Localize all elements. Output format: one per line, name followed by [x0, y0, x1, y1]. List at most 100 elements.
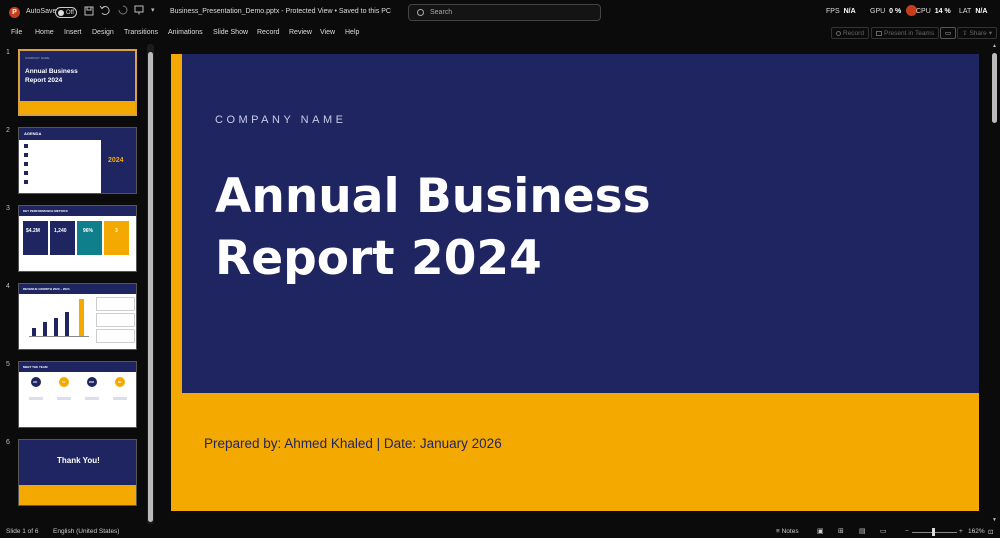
slide-title-line-2: Report 2024: [215, 231, 542, 286]
slide-number: 5: [6, 361, 10, 368]
metric-card: [104, 221, 129, 255]
tab-design[interactable]: Design: [92, 29, 114, 36]
team-tag: [113, 397, 127, 400]
team-tag: [57, 397, 71, 400]
tab-slide-show[interactable]: Slide Show: [213, 29, 248, 36]
agenda-bullet: [24, 144, 28, 148]
slide-number: 1: [6, 49, 10, 56]
tab-file[interactable]: File: [11, 29, 22, 36]
tab-review[interactable]: Review: [289, 29, 312, 36]
info-box: [96, 329, 135, 343]
fps-metric: FPS N/A: [826, 8, 856, 15]
chart-bar: [43, 322, 47, 336]
slide-thumbnail-1[interactable]: COMPANY NAME Annual Business Report 2024: [18, 49, 137, 116]
powerpoint-logo-icon: P: [9, 7, 20, 18]
team-tag: [85, 397, 99, 400]
scrollbar-thumb[interactable]: [148, 52, 153, 522]
lat-label: LAT: [959, 8, 972, 15]
slide-editor: COMPANY NAME Annual Business Report 2024…: [158, 41, 990, 526]
customize-toolbar-icon[interactable]: ▾: [151, 6, 155, 14]
slide-title[interactable]: Annual Business Report 2024: [215, 166, 815, 290]
zoom-slider-thumb[interactable]: [932, 528, 935, 536]
slide-title-panel: COMPANY NAME Annual Business Report 2024: [182, 54, 979, 393]
thumb-title: AGENDA: [24, 131, 42, 136]
status-bar: Slide 1 of 6 English (United States) ≡ N…: [0, 526, 1000, 538]
notes-button[interactable]: ≡ Notes: [776, 528, 799, 535]
tab-view[interactable]: View: [320, 29, 335, 36]
team-initials: RL: [118, 380, 122, 384]
thumb-title: REVENUE GROWTH 2020 – 2024: [23, 287, 70, 291]
lat-value: N/A: [975, 8, 988, 15]
redo-icon[interactable]: [118, 5, 128, 15]
thumbnail-scrollbar[interactable]: [147, 44, 154, 524]
tab-help[interactable]: Help: [345, 29, 359, 36]
slide-thumbnail-6[interactable]: Thank You!: [18, 439, 137, 506]
scroll-down-icon[interactable]: ▼: [992, 517, 997, 523]
team-initials: AK: [33, 380, 38, 384]
tab-home[interactable]: Home: [35, 29, 54, 36]
company-name[interactable]: COMPANY NAME: [215, 114, 346, 126]
zoom-out-icon[interactable]: −: [905, 528, 909, 535]
autosave-state: Off: [66, 9, 74, 16]
slide-thumbnail-3[interactable]: KEY PERFORMANCE METRICS $4.2M 1,240 96% …: [18, 205, 137, 272]
fps-value: N/A: [843, 8, 856, 15]
presentation-icon[interactable]: [134, 5, 144, 15]
team-initials: OM: [89, 380, 94, 384]
notes-label: Notes: [781, 528, 799, 535]
search-icon: [417, 9, 424, 16]
chart-bar: [65, 312, 69, 336]
comments-button[interactable]: ▭: [940, 27, 957, 39]
language-indicator[interactable]: English (United States): [53, 528, 119, 535]
share-button[interactable]: ⇪ Share ▾: [957, 27, 998, 39]
gpu-metric: GPU 0 %: [870, 8, 901, 15]
team-tag: [29, 397, 43, 400]
slide-thumbnail-2[interactable]: AGENDA 2024: [18, 127, 137, 194]
agenda-bullet: [24, 153, 28, 157]
slide-thumbnail-5[interactable]: MEET THE TEAM AK SL OM RL: [18, 361, 137, 428]
reading-view-icon[interactable]: ▤: [859, 527, 866, 535]
fit-to-window-icon[interactable]: ⊡: [988, 528, 993, 536]
slide-number: 4: [6, 283, 10, 290]
team-initials: SL: [62, 380, 66, 384]
chevron-down-icon: ▾: [988, 30, 993, 37]
info-box: [96, 297, 135, 311]
slide-number: 3: [6, 205, 10, 212]
slide-number: 6: [6, 439, 10, 446]
info-box: [96, 313, 135, 327]
tab-record[interactable]: Record: [257, 29, 280, 36]
slide-number: 2: [6, 127, 10, 134]
comment-icon: ▭: [945, 30, 952, 37]
present-in-teams-button[interactable]: Present in Teams: [871, 27, 940, 39]
slideshow-view-icon[interactable]: ▭: [880, 527, 887, 535]
scrollbar-thumb[interactable]: [992, 53, 997, 123]
slide-scrollbar[interactable]: ▲ ▼: [990, 41, 1000, 526]
chart-bar: [79, 299, 84, 336]
record-button[interactable]: Record: [831, 27, 869, 39]
undo-icon[interactable]: [99, 5, 111, 15]
save-icon[interactable]: [84, 6, 94, 16]
chart-axis: [29, 336, 89, 337]
thumb-footer: [20, 101, 135, 114]
tab-transitions[interactable]: Transitions: [124, 29, 158, 36]
scroll-up-icon[interactable]: ▲: [992, 43, 997, 49]
ribbon-tabs: File Home Insert Design Transitions Anim…: [0, 25, 1000, 41]
main-slide[interactable]: COMPANY NAME Annual Business Report 2024…: [171, 54, 979, 511]
agenda-bullet: [24, 171, 28, 175]
zoom-level[interactable]: 162%: [968, 528, 985, 535]
document-title: Business_Presentation_Demo.pptx - Protec…: [170, 8, 391, 15]
metric-value: 3: [115, 228, 118, 234]
normal-view-icon[interactable]: ▣: [817, 527, 824, 535]
autosave-toggle[interactable]: Off: [55, 7, 77, 18]
prepared-by-text[interactable]: Prepared by: Ahmed Khaled | Date: Januar…: [204, 436, 502, 451]
gpu-value: 0 %: [889, 8, 902, 15]
slide-thumbnail-4[interactable]: REVENUE GROWTH 2020 – 2024: [18, 283, 137, 350]
metric-card: [23, 221, 48, 255]
cpu-metric: CPU 14 %: [916, 8, 951, 15]
thumb-title: MEET THE TEAM: [23, 365, 48, 369]
slide-sorter-icon[interactable]: ⊞: [838, 527, 844, 535]
search-input[interactable]: Search: [408, 4, 601, 21]
record-button-label: Record: [843, 29, 864, 37]
zoom-in-icon[interactable]: +: [959, 528, 963, 535]
tab-insert[interactable]: Insert: [64, 29, 82, 36]
tab-animations[interactable]: Animations: [168, 29, 203, 36]
